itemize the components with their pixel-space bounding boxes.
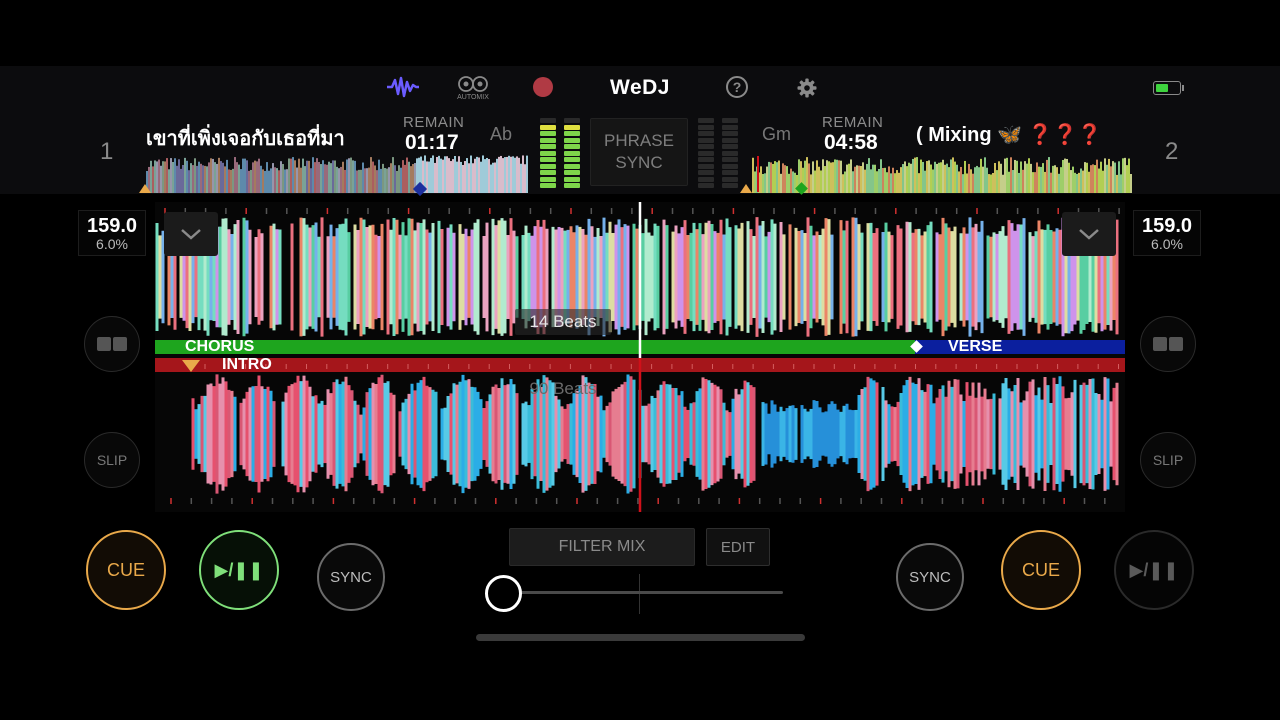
waveform-icon[interactable]	[386, 75, 420, 99]
deck2-number: 2	[1165, 138, 1179, 165]
pad-icon	[97, 337, 127, 351]
deck1-slip-button[interactable]: SLIP	[84, 432, 140, 488]
deck1-overview-waveform[interactable]	[146, 155, 528, 193]
deck2-pad-toggle-button[interactable]	[1140, 316, 1196, 372]
deck1-beats-counter: 90 Beats	[529, 379, 597, 398]
deck2-pitch-value: 6.0%	[1151, 236, 1183, 252]
crossfader-center-mark	[639, 574, 640, 614]
deck1-sync-button[interactable]: SYNC	[317, 543, 385, 611]
crossfader-track[interactable]	[503, 591, 783, 594]
app-logo: WeDJ	[610, 76, 670, 99]
deck1-remain-time: 01:17	[405, 131, 459, 154]
crossfader-knob[interactable]	[485, 575, 522, 612]
phrase-intro-label: INTRO	[222, 356, 272, 373]
battery-icon	[1152, 80, 1184, 95]
deck2-level-meter-right	[722, 118, 738, 188]
deck1-cue-marker	[139, 184, 151, 193]
deck1-cue-button[interactable]: CUE	[86, 530, 166, 610]
deck1-bpm-value: 159.0	[86, 215, 138, 237]
deck2-sync-button[interactable]: SYNC	[896, 543, 964, 611]
phrase-chorus-bar	[155, 340, 915, 354]
deck1-key: Ab	[490, 124, 513, 144]
deck1-track-title: เขาที่เพิ่งเจอกับเธอที่มา	[146, 128, 345, 150]
deck1-zoom-dropdown[interactable]	[164, 212, 218, 256]
deck2-overview-waveform[interactable]	[752, 155, 1132, 193]
chevron-down-icon	[181, 229, 201, 240]
deck2-slip-button[interactable]: SLIP	[1140, 432, 1196, 488]
deck1-play-pause-button[interactable]: ▶/❚❚	[199, 530, 279, 610]
deck2-remain-time: 04:58	[824, 131, 878, 154]
chevron-down-icon	[1079, 229, 1099, 240]
deck1-level-meter-right	[564, 118, 580, 188]
phrase-sync-line2: SYNC	[615, 153, 663, 172]
deck2-beats-counter: 14 Beats	[515, 309, 611, 335]
deck2-overview-playhead	[757, 156, 759, 192]
deck1-number: 1	[100, 138, 114, 165]
help-icon[interactable]: ?	[726, 76, 748, 98]
deck2-play-pause-button[interactable]: ▶/❚❚	[1114, 530, 1194, 610]
deck2-zoom-dropdown[interactable]	[1062, 212, 1116, 256]
phrase-sync-line1: PHRASE	[604, 131, 674, 150]
automix-icon	[458, 76, 488, 92]
deck1-remain-label: REMAIN	[403, 114, 465, 131]
home-indicator	[476, 634, 805, 641]
deck2-bpm-value: 159.0	[1141, 215, 1193, 237]
gear-icon[interactable]	[796, 77, 818, 99]
phrase-verse-label: VERSE	[948, 338, 1003, 355]
deck1-bpm-display[interactable]: 159.0 6.0%	[78, 210, 146, 256]
phrase-verse-bar	[915, 340, 1125, 354]
automix-label: AUTOMIX	[457, 94, 489, 101]
deck1-level-meter-left	[540, 118, 556, 188]
deck1-pitch-value: 6.0%	[96, 236, 128, 252]
automix-button[interactable]: AUTOMIX	[452, 72, 494, 104]
deck2-cue-marker	[740, 184, 752, 193]
edit-button[interactable]: EDIT	[706, 528, 770, 566]
phrase-chorus-label: CHORUS	[185, 338, 255, 355]
phrase-sync-button[interactable]: PHRASE SYNC	[590, 118, 688, 186]
deck2-track-title: ( Mixing 🦋 ❓❓❓	[916, 124, 1103, 146]
deck2-cue-button[interactable]: CUE	[1001, 530, 1081, 610]
main-waveform-area[interactable]	[155, 202, 1125, 512]
deck1-pad-toggle-button[interactable]	[84, 316, 140, 372]
filter-mix-button[interactable]: FILTER MIX	[509, 528, 695, 566]
pad-icon	[1153, 337, 1183, 351]
deck2-bpm-display[interactable]: 159.0 6.0%	[1133, 210, 1201, 256]
deck2-remain-label: REMAIN	[822, 114, 884, 131]
record-icon[interactable]	[533, 77, 553, 97]
deck2-level-meter-left	[698, 118, 714, 188]
deck2-key: Gm	[762, 124, 791, 144]
